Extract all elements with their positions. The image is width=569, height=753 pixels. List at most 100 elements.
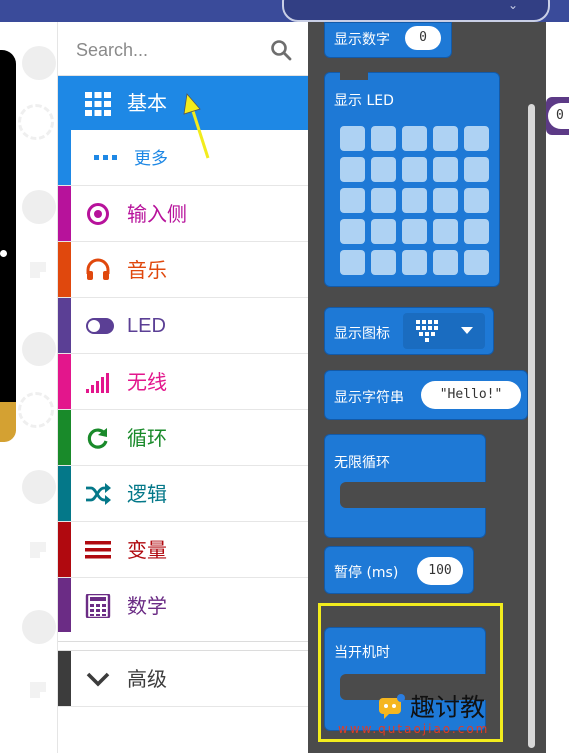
category-input[interactable]: 输入侧 (58, 186, 308, 242)
led-cell[interactable] (340, 219, 365, 244)
background-corner (30, 682, 46, 698)
led-cell[interactable] (402, 126, 427, 151)
block-show-leds-label: 显示 LED (334, 93, 394, 109)
led-cell[interactable] (433, 126, 458, 151)
target-icon (87, 203, 109, 225)
category-advanced-label: 高级 (127, 667, 167, 691)
led-cell[interactable] (402, 250, 427, 275)
block-show-number-value[interactable]: 0 (405, 26, 441, 50)
led-cell[interactable] (402, 157, 427, 182)
background-dot (22, 46, 56, 80)
led-cell[interactable] (340, 157, 365, 182)
search-icon[interactable] (270, 39, 292, 61)
category-basic-label: 基本 (127, 91, 167, 115)
background-gear (18, 392, 54, 428)
led-cell[interactable] (371, 219, 396, 244)
category-radio[interactable]: 无线 (58, 354, 308, 410)
search-input[interactable] (76, 38, 266, 62)
category-math-color-bar (58, 578, 71, 633)
microbit-simulator[interactable] (0, 50, 16, 442)
block-pause[interactable]: 暂停 (ms) 100 (324, 546, 474, 594)
category-advanced[interactable]: 高级 (58, 650, 308, 707)
led-cell[interactable] (433, 188, 458, 213)
calculator-icon (85, 594, 111, 618)
category-logic[interactable]: 逻辑 (58, 466, 308, 522)
category-advanced-color-bar (58, 651, 71, 706)
toggle-icon (86, 318, 114, 334)
category-led-color-bar (58, 298, 71, 353)
workspace-block-value[interactable]: 0 (548, 103, 569, 129)
simulator-pin (0, 250, 7, 257)
led-cell[interactable] (402, 219, 427, 244)
block-show-string-label: 显示字符串 (334, 390, 404, 406)
led-cell[interactable] (433, 157, 458, 182)
header-bar: ⌄ (0, 0, 569, 22)
grid-icon (85, 92, 111, 116)
led-cell[interactable] (340, 126, 365, 151)
header-menu[interactable]: ⌄ (282, 0, 550, 22)
toolbox-search (58, 22, 308, 76)
led-cell[interactable] (371, 126, 396, 151)
category-led[interactable]: LED (58, 298, 308, 354)
category-loops-color-bar (58, 410, 71, 465)
category-variables[interactable]: 变量 (58, 522, 308, 578)
category-variables-color-bar (58, 522, 71, 577)
category-math[interactable]: 数学 (58, 578, 308, 634)
category-music-color-bar (58, 242, 71, 297)
led-cell[interactable] (464, 188, 489, 213)
background-corner (30, 542, 46, 558)
led-cell[interactable] (371, 157, 396, 182)
background-dot (22, 190, 56, 224)
toolbox-divider (58, 632, 308, 642)
shuffle-icon (86, 483, 111, 505)
block-show-icon-label: 显示图标 (334, 326, 390, 342)
simulator-edge-connector (0, 402, 16, 442)
watermark-logo-icon (379, 694, 405, 719)
editor-window: ⌄ Search... 基本 更多 输入侧 音乐 LED 无线 循环 逻辑 变量… (0, 0, 569, 753)
chevron-down-icon (86, 672, 110, 687)
led-cell[interactable] (433, 250, 458, 275)
block-show-number[interactable]: 显示数字 0 (324, 22, 452, 58)
led-cell[interactable] (371, 250, 396, 275)
led-cell[interactable] (464, 250, 489, 275)
block-notch (340, 72, 368, 80)
led-cell[interactable] (464, 219, 489, 244)
header-menu-icon: ⌄ (507, 0, 518, 12)
led-cell[interactable] (402, 188, 427, 213)
category-music[interactable]: 音乐 (58, 242, 308, 298)
background-dot (22, 610, 56, 644)
background-gear (18, 104, 54, 140)
category-more-label: 更多 (134, 149, 168, 169)
block-show-string-value[interactable]: "Hello!" (421, 381, 521, 409)
flyout-scrollbar[interactable] (528, 104, 535, 748)
headphones-icon (86, 258, 110, 280)
background-corner (30, 262, 46, 278)
category-input-color-bar (58, 186, 71, 241)
led-cell[interactable] (371, 188, 396, 213)
category-logic-color-bar (58, 466, 71, 521)
watermark-title: 趣讨教 (410, 693, 486, 722)
category-math-label: 数学 (127, 594, 167, 618)
block-show-number-label: 显示数字 (334, 32, 390, 48)
block-forever-label: 无限循环 (334, 455, 390, 471)
led-cell[interactable] (464, 157, 489, 182)
dropdown-arrow-icon (461, 327, 473, 334)
led-cell[interactable] (340, 188, 365, 213)
icon-picker[interactable] (403, 313, 485, 349)
block-pause-label: 暂停 (ms) (334, 565, 399, 581)
list-lines-icon (85, 541, 111, 559)
led-cell[interactable] (433, 219, 458, 244)
category-loops[interactable]: 循环 (58, 410, 308, 466)
led-cell[interactable] (340, 250, 365, 275)
block-show-icon[interactable]: 显示图标 (324, 307, 494, 355)
category-radio-color-bar (58, 354, 71, 409)
block-pause-value[interactable]: 100 (417, 557, 463, 585)
block-show-string[interactable]: 显示字符串 "Hello!" (324, 370, 528, 420)
led-cell[interactable] (464, 126, 489, 151)
category-input-label: 输入侧 (127, 202, 187, 226)
background-dot (22, 470, 56, 504)
category-led-label: LED (127, 315, 166, 337)
watermark-url: www.qutaojiao.com (338, 722, 490, 736)
category-more-color-bar (58, 130, 71, 185)
block-forever-slot (340, 482, 486, 508)
